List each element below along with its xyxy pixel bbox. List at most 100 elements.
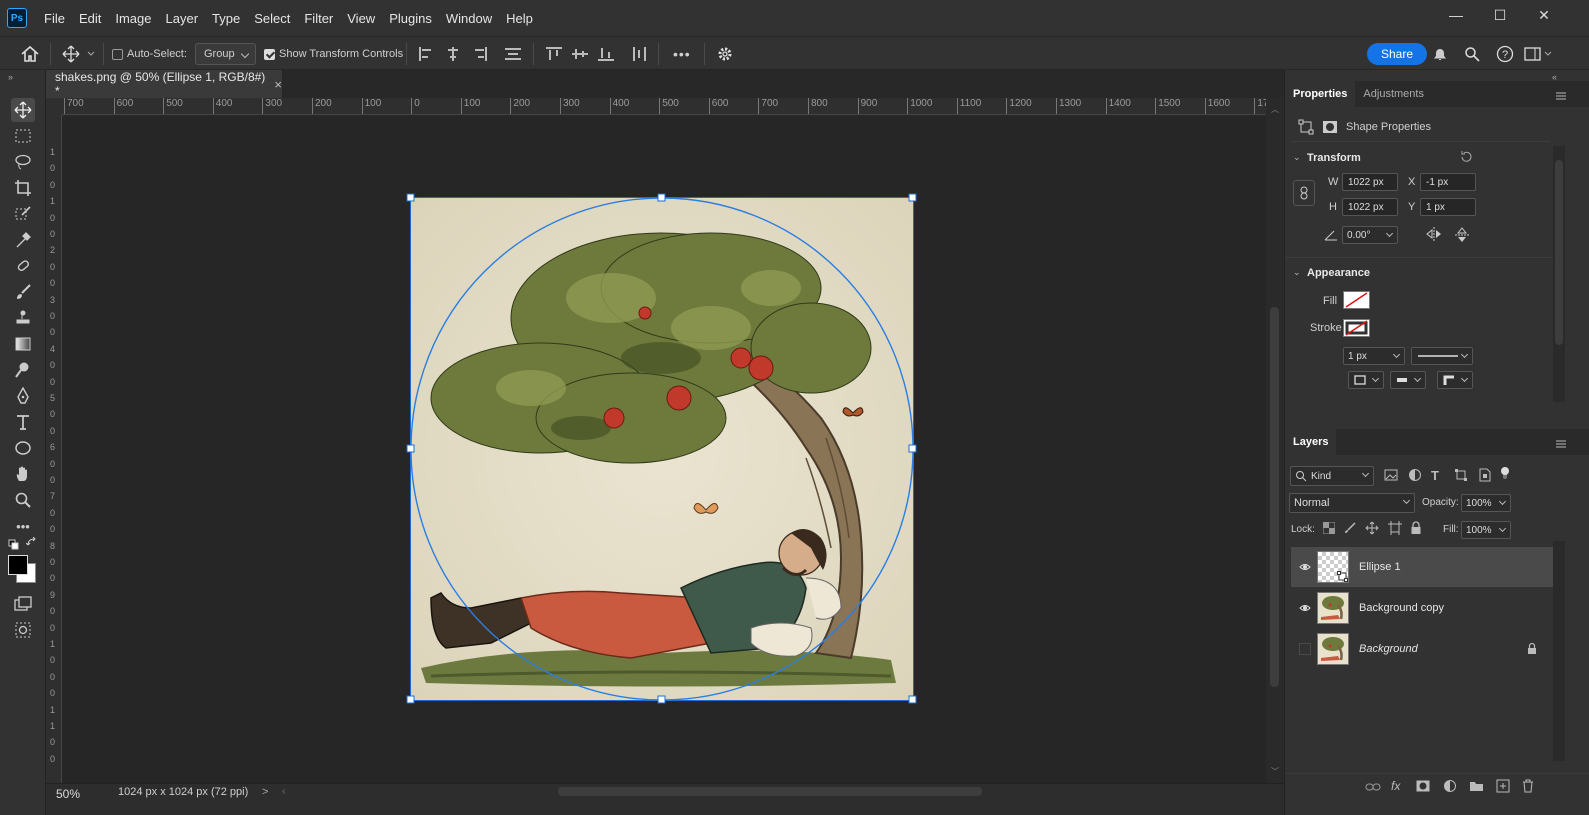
layer-filter-kind-dropdown[interactable]: Kind xyxy=(1290,466,1374,486)
stroke-align-dropdown[interactable] xyxy=(1348,371,1384,389)
fill-opacity-input[interactable]: 100% xyxy=(1461,521,1511,539)
vertical-scroll-thumb[interactable] xyxy=(1270,307,1279,687)
tab-layers[interactable]: Layers xyxy=(1285,429,1337,455)
reset-transform-icon[interactable] xyxy=(1459,150,1473,167)
align-horizontal-center-icon[interactable] xyxy=(444,43,462,65)
type-tool-icon[interactable] xyxy=(11,410,35,434)
stroke-cap-dropdown[interactable] xyxy=(1390,371,1426,389)
eyedropper-tool-icon[interactable] xyxy=(11,228,35,252)
lock-all-icon[interactable] xyxy=(1410,521,1422,538)
healing-brush-tool-icon[interactable] xyxy=(11,254,35,278)
filter-type-layers-icon[interactable]: T xyxy=(1431,468,1439,483)
brush-tool-icon[interactable] xyxy=(11,280,35,304)
layers-scrollbar[interactable] xyxy=(1553,541,1565,761)
foreground-color-swatch[interactable] xyxy=(8,555,28,575)
tab-adjustments[interactable]: Adjustments xyxy=(1355,81,1432,107)
dodge-tool-icon[interactable] xyxy=(11,358,35,382)
scroll-left-icon[interactable]: ‹ xyxy=(282,786,285,797)
move-tool-preset-icon[interactable] xyxy=(62,43,96,65)
distribute-horizontal-icon[interactable] xyxy=(631,43,649,65)
minimize-button[interactable]: — xyxy=(1434,0,1478,30)
filter-toggle-switch[interactable] xyxy=(1501,467,1509,481)
filter-pixel-layers-icon[interactable] xyxy=(1384,469,1398,484)
lock-image-pixels-icon[interactable] xyxy=(1344,522,1356,537)
layer-row-background-copy[interactable]: Background copy xyxy=(1291,588,1553,628)
menu-filter[interactable]: Filter xyxy=(297,11,340,26)
search-icon[interactable] xyxy=(1464,43,1480,65)
appearance-chevron-icon[interactable]: ⌄ xyxy=(1293,267,1301,278)
bell-icon[interactable] xyxy=(1432,43,1448,65)
align-left-icon[interactable] xyxy=(418,43,436,65)
layer-lock-icon[interactable] xyxy=(1527,642,1537,655)
gear-icon[interactable] xyxy=(716,43,734,65)
workspace-switcher-icon[interactable] xyxy=(1524,43,1552,65)
stroke-swatch[interactable] xyxy=(1343,319,1370,337)
gradient-tool-icon[interactable] xyxy=(11,332,35,356)
menu-file[interactable]: File xyxy=(37,11,72,26)
zoom-level[interactable]: 50% xyxy=(56,787,80,801)
clone-stamp-tool-icon[interactable] xyxy=(11,306,35,330)
properties-scrollbar[interactable] xyxy=(1553,146,1565,402)
menu-edit[interactable]: Edit xyxy=(72,11,108,26)
transform-chevron-icon[interactable]: ⌄ xyxy=(1293,152,1301,163)
visibility-toggle-off[interactable] xyxy=(1299,643,1311,655)
lock-transparent-pixels-icon[interactable] xyxy=(1322,521,1336,537)
fill-swatch[interactable] xyxy=(1343,291,1370,309)
align-bottom-icon[interactable] xyxy=(597,43,615,65)
lasso-tool-icon[interactable] xyxy=(11,150,35,174)
y-input[interactable]: 1 px xyxy=(1420,198,1476,216)
angle-dropdown[interactable]: 0.00° xyxy=(1342,226,1398,244)
layer-style-fx-icon[interactable]: fx xyxy=(1391,779,1400,793)
swap-colors-icon[interactable] xyxy=(25,536,38,552)
vertical-scrollbar[interactable]: ︿ ﹀ xyxy=(1266,98,1284,783)
opacity-input[interactable]: 100% xyxy=(1461,494,1511,512)
menu-select[interactable]: Select xyxy=(247,11,297,26)
properties-scroll-thumb[interactable] xyxy=(1555,160,1563,345)
menu-image[interactable]: Image xyxy=(108,11,158,26)
expand-toolbar-icon[interactable]: » xyxy=(8,72,13,82)
link-layers-icon[interactable] xyxy=(1365,781,1381,796)
rectangular-marquee-tool-icon[interactable] xyxy=(11,124,35,148)
new-group-folder-icon[interactable] xyxy=(1469,780,1484,795)
screen-mode-icon[interactable] xyxy=(11,592,35,616)
layers-panel-menu-icon[interactable] xyxy=(1555,438,1567,452)
add-mask-icon[interactable] xyxy=(1416,780,1430,795)
filter-shape-layers-icon[interactable] xyxy=(1454,468,1468,485)
lock-artboard-icon[interactable] xyxy=(1388,521,1402,538)
new-layer-icon[interactable] xyxy=(1496,779,1510,796)
flip-horizontal-icon[interactable] xyxy=(1425,227,1443,244)
more-options-button[interactable]: ••• xyxy=(673,43,691,65)
object-selection-tool-icon[interactable] xyxy=(11,202,35,226)
crop-tool-icon[interactable] xyxy=(11,176,35,200)
close-window-button[interactable]: ✕ xyxy=(1522,0,1566,30)
filter-adjustment-layers-icon[interactable] xyxy=(1408,468,1422,485)
scroll-down-icon[interactable]: ﹀ xyxy=(1271,766,1279,777)
auto-select-target-value[interactable]: Group xyxy=(195,43,256,65)
flip-vertical-icon[interactable] xyxy=(1455,226,1469,247)
properties-panel-menu-icon[interactable] xyxy=(1555,90,1567,104)
width-input[interactable]: 1022 px xyxy=(1342,173,1398,191)
horizontal-scroll-thumb[interactable] xyxy=(558,787,982,796)
stroke-corner-dropdown[interactable] xyxy=(1437,371,1473,389)
align-vertical-center-icon[interactable] xyxy=(571,43,589,65)
zoom-tool-icon[interactable] xyxy=(11,488,35,512)
auto-select-target-dropdown[interactable]: Group xyxy=(195,43,256,65)
menu-window[interactable]: Window xyxy=(439,11,499,26)
ellipse-selection-overlay[interactable] xyxy=(406,193,920,705)
layer-row-ellipse-1[interactable]: Ellipse 1 xyxy=(1291,547,1553,587)
stroke-type-dropdown[interactable] xyxy=(1411,347,1473,365)
hand-tool-icon[interactable] xyxy=(11,462,35,486)
height-input[interactable]: 1022 px xyxy=(1342,198,1398,216)
move-tool-icon[interactable] xyxy=(11,98,35,122)
menu-plugins[interactable]: Plugins xyxy=(382,11,439,26)
align-top-icon[interactable] xyxy=(545,43,563,65)
new-adjustment-layer-icon[interactable] xyxy=(1443,779,1457,796)
share-button-label[interactable]: Share xyxy=(1367,43,1428,65)
show-transform-controls-checkbox[interactable]: Show Transform Controls xyxy=(264,43,403,65)
menu-help[interactable]: Help xyxy=(499,11,540,26)
quick-mask-icon[interactable] xyxy=(11,618,35,642)
auto-select-check-icon[interactable] xyxy=(112,48,123,60)
lock-position-icon[interactable] xyxy=(1365,521,1379,538)
home-icon[interactable] xyxy=(20,43,40,65)
pen-tool-icon[interactable] xyxy=(11,384,35,408)
